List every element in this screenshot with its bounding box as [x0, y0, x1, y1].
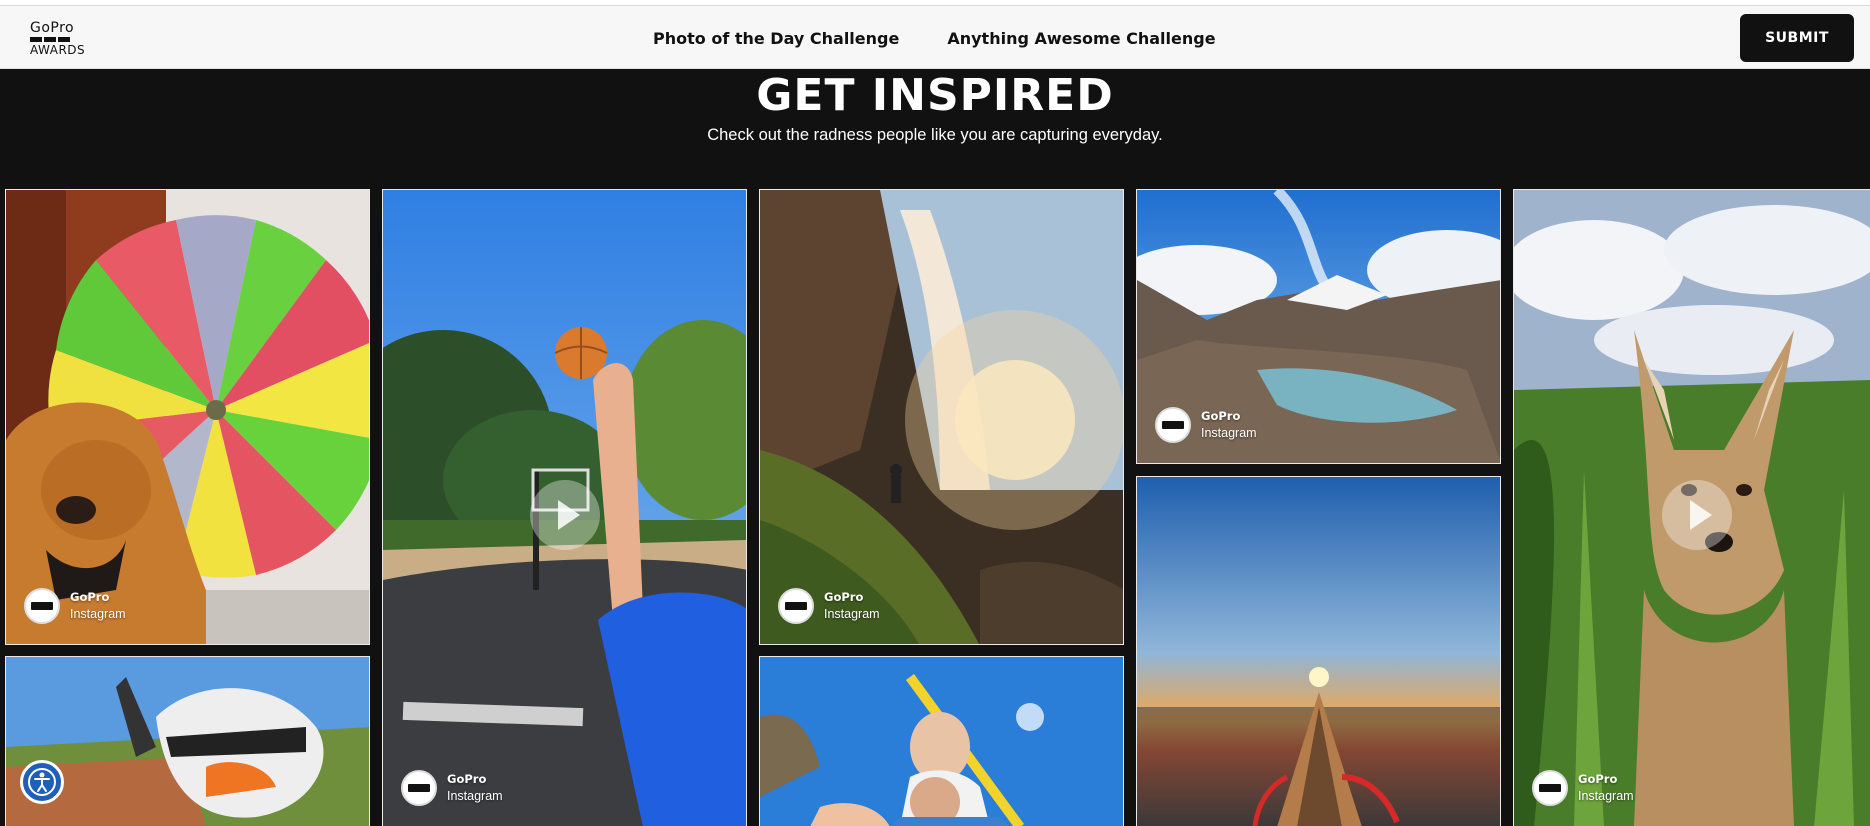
- nav-anything-awesome[interactable]: Anything Awesome Challenge: [947, 29, 1215, 48]
- hero-title: GET INSPIRED: [756, 70, 1114, 121]
- photo-credit[interactable]: GoPro Instagram: [401, 770, 503, 806]
- accessibility-icon: [28, 768, 56, 796]
- play-icon[interactable]: [530, 480, 600, 550]
- gopro-avatar-icon: [1155, 407, 1191, 443]
- submit-button[interactable]: SUBMIT: [1740, 14, 1854, 62]
- credit-source: Instagram: [447, 789, 503, 803]
- credit-source: Instagram: [70, 607, 126, 621]
- photo-credit[interactable]: GoPro Instagram: [778, 588, 880, 624]
- main-nav: Photo of the Day Challenge Anything Awes…: [653, 29, 1216, 48]
- gopro-avatar-icon: [1532, 770, 1568, 806]
- photo-credit[interactable]: GoPro Instagram: [1532, 770, 1634, 806]
- credit-name: GoPro: [824, 590, 864, 604]
- gallery-tile-kayak-sunset[interactable]: [1136, 476, 1501, 826]
- gopro-avatar-icon: [24, 588, 60, 624]
- credit-source: Instagram: [1201, 426, 1257, 440]
- play-icon[interactable]: [1662, 480, 1732, 550]
- photo-credit[interactable]: GoPro Instagram: [24, 588, 126, 624]
- photo-credit[interactable]: GoPro Instagram: [1155, 407, 1257, 443]
- gopro-avatar-icon: [778, 588, 814, 624]
- credit-name: GoPro: [70, 590, 110, 604]
- logo-awards: AWARDS: [30, 43, 86, 57]
- nav-photo-of-the-day[interactable]: Photo of the Day Challenge: [653, 29, 899, 48]
- logo-bars: [30, 37, 90, 42]
- waterfall-photo: [760, 190, 1123, 644]
- gallery-tile-motocross[interactable]: [5, 656, 370, 826]
- gallery-tile-waterfall[interactable]: GoPro Instagram: [759, 189, 1124, 645]
- gallery-tile-basketball[interactable]: GoPro Instagram: [382, 189, 747, 826]
- dog-umbrella-photo: [6, 190, 369, 644]
- credit-name: GoPro: [1578, 772, 1618, 786]
- gopro-awards-logo[interactable]: GoPro AWARDS: [30, 20, 90, 57]
- motocross-photo: [6, 657, 369, 826]
- site-header: GoPro AWARDS Photo of the Day Challenge …: [0, 6, 1870, 69]
- credit-source: Instagram: [1578, 789, 1634, 803]
- gallery-tile-coyote[interactable]: GoPro Instagram: [1513, 189, 1870, 826]
- gallery-tile-mountain-lake[interactable]: GoPro Instagram: [1136, 189, 1501, 464]
- gopro-avatar-icon: [401, 770, 437, 806]
- gallery-tile-dog-umbrella[interactable]: GoPro Instagram: [5, 189, 370, 645]
- logo-wordmark: GoPro: [30, 20, 75, 36]
- credit-name: GoPro: [447, 772, 487, 786]
- credit-source: Instagram: [824, 607, 880, 621]
- tubing-photo: [760, 657, 1123, 826]
- accessibility-button[interactable]: [20, 760, 64, 804]
- hero-subtitle: Check out the radness people like you ar…: [707, 126, 1163, 144]
- gallery-tile-tubing[interactable]: [759, 656, 1124, 826]
- credit-name: GoPro: [1201, 409, 1241, 423]
- kayak-sunset-photo: [1137, 477, 1500, 826]
